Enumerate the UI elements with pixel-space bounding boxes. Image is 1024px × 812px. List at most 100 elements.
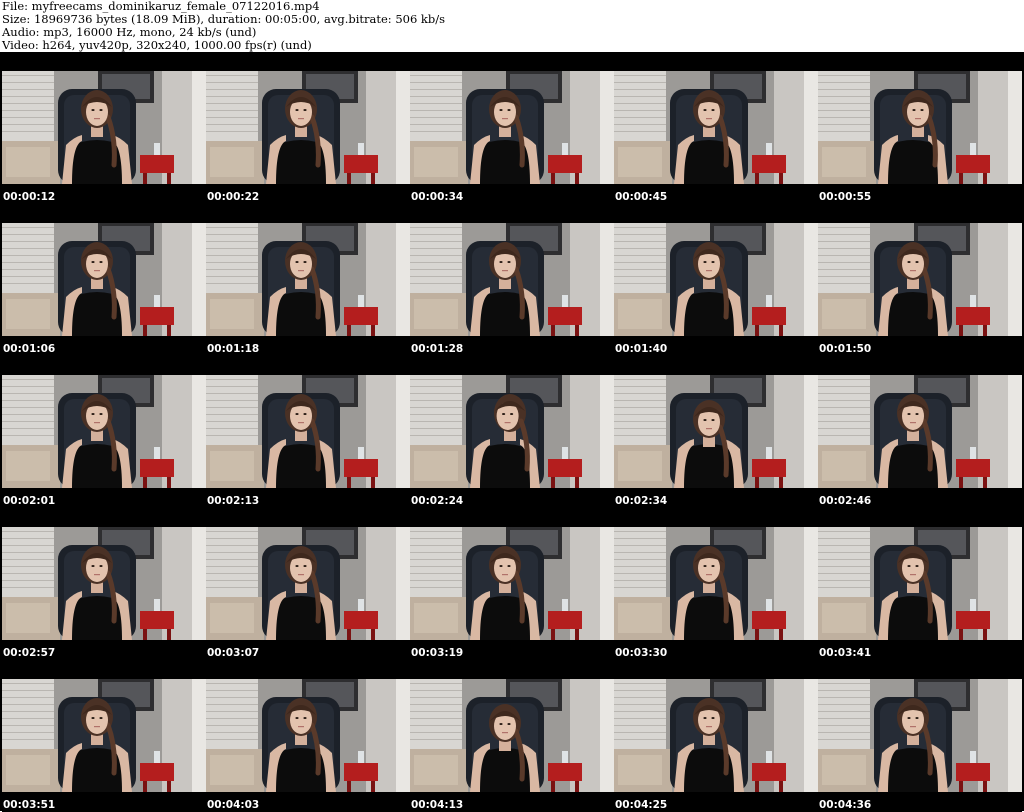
thumbnail-cell: 00:03:19 — [410, 508, 614, 660]
thumbnail-frame — [818, 679, 1022, 792]
timestamp-label: 00:03:41 — [819, 647, 872, 659]
thumbnail-frame — [206, 527, 410, 640]
thumbnail-cell: 00:01:50 — [818, 204, 1022, 356]
thumbnail-frame — [818, 71, 1022, 184]
timestamp-label: 00:03:07 — [207, 647, 260, 659]
thumbnail-frame — [206, 679, 410, 792]
thumbnail-frame — [206, 375, 410, 488]
timestamp-label: 00:03:19 — [411, 647, 464, 659]
thumbnail-frame — [614, 71, 818, 184]
thumbnail-cell: 00:01:40 — [614, 204, 818, 356]
timestamp-label: 00:00:22 — [207, 191, 260, 203]
timestamp-label: 00:00:12 — [3, 191, 56, 203]
timestamp-label: 00:03:30 — [615, 647, 668, 659]
video-frame-scene — [2, 223, 206, 336]
thumbnail-cell: 00:01:18 — [206, 204, 410, 356]
timestamp-label: 00:01:18 — [207, 343, 260, 355]
video-frame-scene — [2, 375, 206, 488]
thumbnail-cell: 00:02:24 — [410, 356, 614, 508]
timestamp-label: 00:01:06 — [3, 343, 56, 355]
thumbnail-cell: 00:03:07 — [206, 508, 410, 660]
video-frame-scene — [410, 71, 614, 184]
video-frame-scene — [614, 527, 818, 640]
video-frame-scene — [206, 679, 410, 792]
timestamp-label: 00:04:25 — [615, 799, 668, 811]
video-frame-scene — [410, 223, 614, 336]
thumbnail-cell: 00:03:30 — [614, 508, 818, 660]
thumbnail-cell: 00:02:57 — [2, 508, 206, 660]
video-frame-scene — [206, 71, 410, 184]
thumbnail-frame — [818, 527, 1022, 640]
thumbnail-frame — [614, 375, 818, 488]
thumbnail-frame — [410, 223, 614, 336]
thumbnail-cell: 00:03:41 — [818, 508, 1022, 660]
video-frame-scene — [614, 679, 818, 792]
thumbnail-frame — [410, 679, 614, 792]
timestamp-label: 00:02:57 — [3, 647, 56, 659]
thumbnail-cell: 00:02:13 — [206, 356, 410, 508]
timestamp-label: 00:02:34 — [615, 495, 668, 507]
info-header: File: myfreecams_dominikaruz_female_0712… — [0, 0, 1024, 52]
thumbnail-cell: 00:01:06 — [2, 204, 206, 356]
thumbnail-frame — [410, 375, 614, 488]
thumbnail-cell: 00:01:28 — [410, 204, 614, 356]
thumbnail-frame — [410, 527, 614, 640]
thumbnail-cell: 00:00:55 — [818, 52, 1022, 204]
timestamp-label: 00:01:28 — [411, 343, 464, 355]
thumbnail-cell: 00:04:13 — [410, 660, 614, 812]
timestamp-label: 00:00:45 — [615, 191, 668, 203]
thumbnail-frame — [206, 223, 410, 336]
thumbnail-frame — [818, 375, 1022, 488]
thumbnail-cell: 00:00:12 — [2, 52, 206, 204]
video-frame-scene — [818, 223, 1022, 336]
timestamp-label: 00:04:36 — [819, 799, 872, 811]
timestamp-label: 00:04:03 — [207, 799, 260, 811]
video-frame-scene — [818, 679, 1022, 792]
contact-sheet: 00:00:12 00:00:22 00:00:34 00:00:45 00:00:55… — [0, 52, 1024, 812]
video-frame-scene — [818, 375, 1022, 488]
thumbnail-cell: 00:02:46 — [818, 356, 1022, 508]
timestamp-label: 00:02:13 — [207, 495, 260, 507]
timestamp-label: 00:01:40 — [615, 343, 668, 355]
timestamp-label: 00:00:34 — [411, 191, 464, 203]
video-frame-scene — [410, 527, 614, 640]
thumbnail-frame — [818, 223, 1022, 336]
thumbnail-cell: 00:00:34 — [410, 52, 614, 204]
video-frame-scene — [206, 375, 410, 488]
video-frame-scene — [2, 679, 206, 792]
thumbnail-cell: 00:02:34 — [614, 356, 818, 508]
thumbnail-cell: 00:04:25 — [614, 660, 818, 812]
timestamp-label: 00:04:13 — [411, 799, 464, 811]
thumbnail-frame — [614, 223, 818, 336]
video-frame-scene — [614, 71, 818, 184]
video-frame-scene — [614, 375, 818, 488]
thumbnail-frame — [410, 71, 614, 184]
video-frame-scene — [818, 71, 1022, 184]
thumbnail-frame — [614, 679, 818, 792]
thumbnail-cell: 00:00:45 — [614, 52, 818, 204]
timestamp-label: 00:03:51 — [3, 799, 56, 811]
thumbnail-frame — [2, 527, 206, 640]
video-info-line: Video: h264, yuv420p, 320x240, 1000.00 f… — [2, 38, 312, 52]
thumbnail-frame — [2, 71, 206, 184]
thumbnail-frame — [2, 223, 206, 336]
video-frame-scene — [818, 527, 1022, 640]
thumbnail-cell: 00:04:03 — [206, 660, 410, 812]
thumbnail-cell: 00:03:51 — [2, 660, 206, 812]
thumbnail-cell: 00:04:36 — [818, 660, 1022, 812]
timestamp-label: 00:00:55 — [819, 191, 872, 203]
thumbnail-frame — [2, 679, 206, 792]
timestamp-label: 00:02:01 — [3, 495, 56, 507]
thumbnail-cell: 00:00:22 — [206, 52, 410, 204]
video-frame-scene — [410, 375, 614, 488]
video-frame-scene — [206, 527, 410, 640]
timestamp-label: 00:02:46 — [819, 495, 872, 507]
video-frame-scene — [2, 71, 206, 184]
thumbnail-frame — [2, 375, 206, 488]
thumbnail-grid: 00:00:12 00:00:22 00:00:34 00:00:45 00:00:55… — [2, 52, 1024, 812]
video-frame-scene — [206, 223, 410, 336]
thumbnail-cell: 00:02:01 — [2, 356, 206, 508]
video-frame-scene — [2, 527, 206, 640]
thumbnail-frame — [206, 71, 410, 184]
thumbnail-frame — [614, 527, 818, 640]
